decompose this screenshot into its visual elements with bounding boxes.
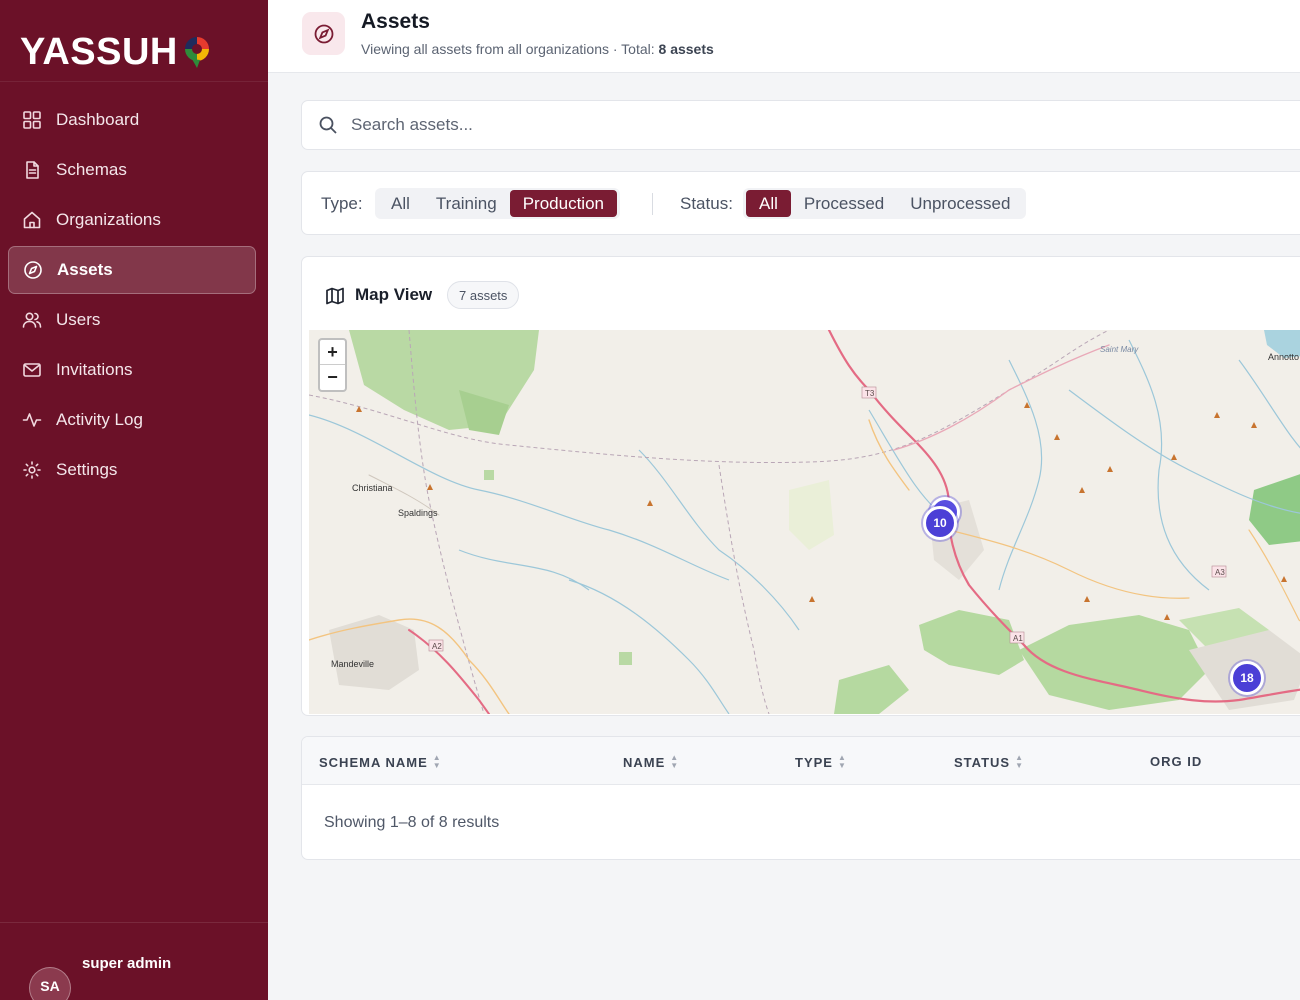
compass-icon bbox=[302, 12, 345, 55]
svg-text:Annotto: Annotto bbox=[1268, 352, 1299, 362]
type-filter-production[interactable]: Production bbox=[509, 190, 617, 217]
sidebar-item-label: Schemas bbox=[56, 160, 127, 179]
column-header-type[interactable]: TYPE ▲ ▼ bbox=[795, 754, 847, 770]
sidebar-item-label: Assets bbox=[57, 260, 113, 279]
column-header-schema-name[interactable]: SCHEMA NAME ▲ ▼ bbox=[319, 754, 442, 770]
map-canvas[interactable]: T3 A1 A2 A3 Christiana Spaldings Mandevi… bbox=[309, 330, 1300, 714]
status-filter-unprocessed[interactable]: Unprocessed bbox=[897, 190, 1023, 217]
zoom-in-button[interactable]: + bbox=[320, 340, 345, 365]
column-label: TYPE bbox=[795, 754, 833, 770]
grid-icon bbox=[22, 110, 42, 130]
zoom-control: + − bbox=[318, 338, 347, 392]
logo-text: YASSUH bbox=[20, 30, 178, 73]
sidebar-item-activity-log[interactable]: Activity Log bbox=[8, 396, 256, 444]
svg-text:Spaldings: Spaldings bbox=[398, 508, 438, 518]
map-title: Map View bbox=[355, 285, 433, 304]
map-tiles: T3 A1 A2 A3 Christiana Spaldings Mandevi… bbox=[309, 330, 1300, 714]
sort-icon: ▲ ▼ bbox=[1015, 753, 1024, 770]
page-subtitle: Viewing all assets from all organization… bbox=[361, 41, 714, 57]
status-filter-all[interactable]: All bbox=[746, 190, 791, 217]
sidebar-item-assets[interactable]: Assets bbox=[8, 246, 256, 294]
sidebar-item-settings[interactable]: Settings bbox=[8, 446, 256, 494]
svg-text:Christiana: Christiana bbox=[352, 483, 393, 493]
assets-table: SCHEMA NAME ▲ ▼ NAME ▲ ▼ TYPE ▲ ▼ STATUS ▲ ▼ ORG… bbox=[301, 736, 1300, 860]
gear-icon bbox=[22, 460, 42, 480]
filter-divider bbox=[652, 193, 653, 215]
logo[interactable]: YASSUH bbox=[0, 0, 268, 82]
column-header-status[interactable]: STATUS ▲ ▼ bbox=[954, 754, 1024, 770]
sidebar: YASSUH Dashboard Schemas Organizations A… bbox=[0, 0, 268, 1000]
sidebar-item-label: Activity Log bbox=[56, 410, 143, 429]
map-cluster-marker[interactable]: 18 bbox=[1230, 661, 1264, 695]
status-filter-group: All Processed Unprocessed bbox=[743, 188, 1027, 219]
column-label: SCHEMA NAME bbox=[319, 754, 428, 770]
filter-bar: Type: All Training Production Status: Al… bbox=[301, 171, 1300, 235]
column-header-org-id[interactable]: ORG ID bbox=[1150, 754, 1202, 769]
zoom-out-button[interactable]: − bbox=[320, 365, 345, 390]
sidebar-item-label: Organizations bbox=[56, 210, 161, 229]
column-label: ORG ID bbox=[1150, 754, 1203, 769]
map-cluster-marker[interactable]: 10 bbox=[923, 506, 957, 540]
type-filter-all[interactable]: All bbox=[378, 190, 423, 217]
total-count: 8 assets bbox=[658, 41, 714, 57]
search-bar bbox=[301, 100, 1300, 150]
sort-icon: ▲ ▼ bbox=[670, 753, 680, 770]
sidebar-item-schemas[interactable]: Schemas bbox=[8, 146, 256, 194]
sidebar-item-label: Dashboard bbox=[56, 110, 140, 129]
page-header: Assets Viewing all assets from all organ… bbox=[268, 0, 1300, 73]
user-name: super admin bbox=[82, 955, 172, 972]
search-input[interactable] bbox=[351, 110, 1251, 140]
svg-text:A3: A3 bbox=[1215, 568, 1225, 577]
compass-icon bbox=[23, 260, 43, 280]
type-filter-training[interactable]: Training bbox=[423, 190, 510, 217]
sidebar-item-dashboard[interactable]: Dashboard bbox=[8, 96, 256, 144]
sidebar-nav: Dashboard Schemas Organizations Assets U… bbox=[0, 82, 268, 494]
svg-text:T3: T3 bbox=[865, 389, 875, 398]
sidebar-item-users[interactable]: Users bbox=[8, 296, 256, 344]
type-filter-group: All Training Production bbox=[375, 188, 620, 219]
activity-icon bbox=[22, 410, 42, 430]
map-card: Map View 7 assets T3 A1 A2 A3 Christiana… bbox=[301, 256, 1300, 716]
asset-count-badge: 7 assets bbox=[447, 281, 520, 309]
sidebar-item-label: Settings bbox=[56, 460, 118, 479]
users-icon bbox=[22, 310, 42, 330]
search-icon bbox=[319, 116, 337, 134]
logo-pin-icon bbox=[184, 36, 209, 68]
user-panel[interactable]: super admin SA bbox=[0, 922, 268, 1000]
sort-icon: ▲ ▼ bbox=[432, 753, 442, 770]
sidebar-item-label: Users bbox=[56, 310, 101, 329]
status-filter-label: Status: bbox=[680, 194, 733, 213]
map-icon bbox=[325, 286, 345, 306]
svg-text:Saint Mary: Saint Mary bbox=[1100, 345, 1139, 354]
status-filter-processed[interactable]: Processed bbox=[791, 190, 897, 217]
mail-icon bbox=[22, 360, 42, 380]
home-icon bbox=[22, 210, 42, 230]
svg-text:A2: A2 bbox=[432, 642, 442, 651]
sidebar-item-organizations[interactable]: Organizations bbox=[8, 196, 256, 244]
column-label: NAME bbox=[623, 754, 666, 770]
pagination-summary: Showing 1–8 of 8 results bbox=[324, 814, 500, 831]
sidebar-item-label: Invitations bbox=[56, 360, 133, 379]
document-icon bbox=[22, 160, 42, 180]
sort-icon: ▲ ▼ bbox=[837, 753, 847, 770]
type-filter-label: Type: bbox=[321, 194, 363, 213]
sidebar-item-invitations[interactable]: Invitations bbox=[8, 346, 256, 394]
svg-text:Mandeville: Mandeville bbox=[331, 659, 374, 669]
page-title: Assets bbox=[361, 10, 430, 33]
svg-text:A1: A1 bbox=[1013, 634, 1023, 643]
column-header-name[interactable]: NAME ▲ ▼ bbox=[623, 754, 679, 770]
table-header: SCHEMA NAME ▲ ▼ NAME ▲ ▼ TYPE ▲ ▼ STATUS ▲ ▼ ORG… bbox=[302, 737, 1300, 785]
column-label: STATUS bbox=[954, 754, 1011, 770]
subtitle-text: Viewing all assets from all organization… bbox=[361, 41, 659, 57]
avatar[interactable]: SA bbox=[29, 967, 71, 1000]
